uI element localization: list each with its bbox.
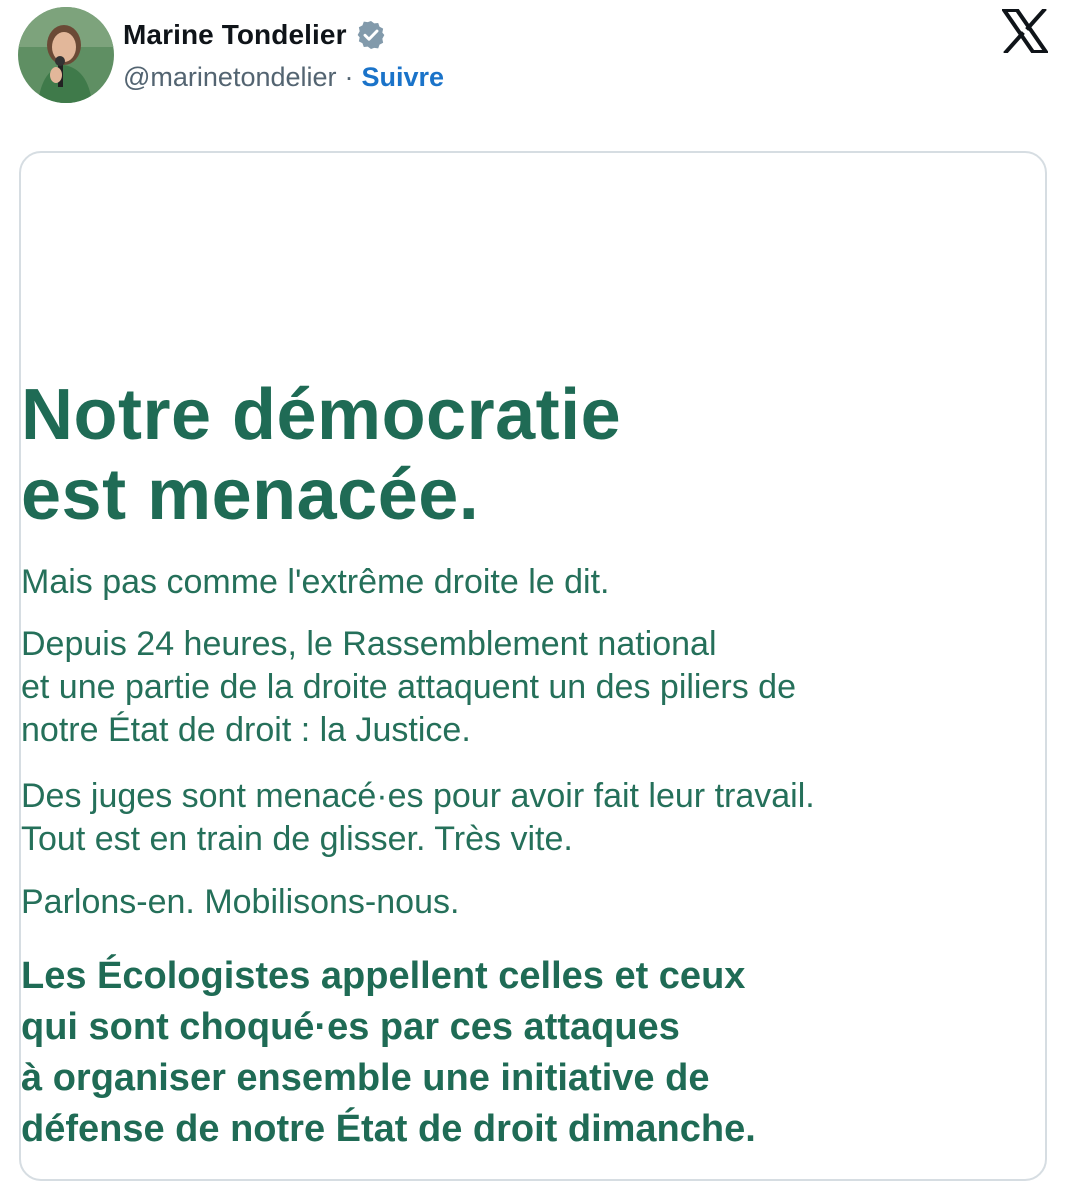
paragraph-1: Mais pas comme l'extrême droite le dit. (21, 561, 1045, 604)
text-line: et une partie de la droite attaquent un … (21, 668, 796, 706)
author-handle[interactable]: @marinetondelier (123, 62, 337, 93)
tweet-header: Marine Tondelier @marinetondelier · Suiv… (0, 0, 1068, 120)
text-line: Des juges sont menacé·es pour avoir fait… (21, 777, 815, 815)
paragraph-4: Parlons-en. Mobilisons-nous. (21, 881, 1045, 924)
avatar[interactable] (18, 7, 114, 103)
author-name-row: Marine Tondelier (123, 16, 387, 54)
callout-text: Les Écologistes appellent celles et ceux… (21, 951, 1045, 1155)
follow-button[interactable]: Suivre (362, 62, 445, 93)
verified-badge-icon (355, 19, 387, 51)
x-logo-icon[interactable] (1000, 7, 1050, 55)
callout-line: à organiser ensemble une initiative de (21, 1057, 710, 1099)
post-headline: Notre démocratie est menacée. (21, 375, 1045, 535)
post-image-card[interactable]: Notre démocratie est menacée. Mais pas c… (19, 151, 1047, 1181)
headline-line: est menacée. (21, 455, 480, 535)
callout-line: qui sont choqué·es par ces attaques (21, 1006, 680, 1048)
separator-dot: · (344, 61, 354, 92)
text-line: Tout est en train de glisser. Très vite. (21, 820, 573, 858)
profile-photo (18, 7, 114, 103)
text-line: Parlons-en. Mobilisons-nous. (21, 883, 460, 921)
text-line: Depuis 24 heures, le Rassemblement natio… (21, 625, 717, 663)
text-line: Mais pas comme l'extrême droite le dit. (21, 563, 610, 601)
callout-line: Les Écologistes appellent celles et ceux (21, 955, 746, 997)
paragraph-3: Des juges sont menacé·es pour avoir fait… (21, 775, 1045, 861)
callout-line: défense de notre État de droit dimanche. (21, 1108, 756, 1150)
author-handle-row: @marinetondelier · Suivre (123, 60, 444, 94)
headline-line: Notre démocratie (21, 375, 622, 455)
paragraph-2: Depuis 24 heures, le Rassemblement natio… (21, 623, 1045, 752)
text-line: notre État de droit : la Justice. (21, 711, 471, 749)
author-name[interactable]: Marine Tondelier (123, 19, 347, 51)
